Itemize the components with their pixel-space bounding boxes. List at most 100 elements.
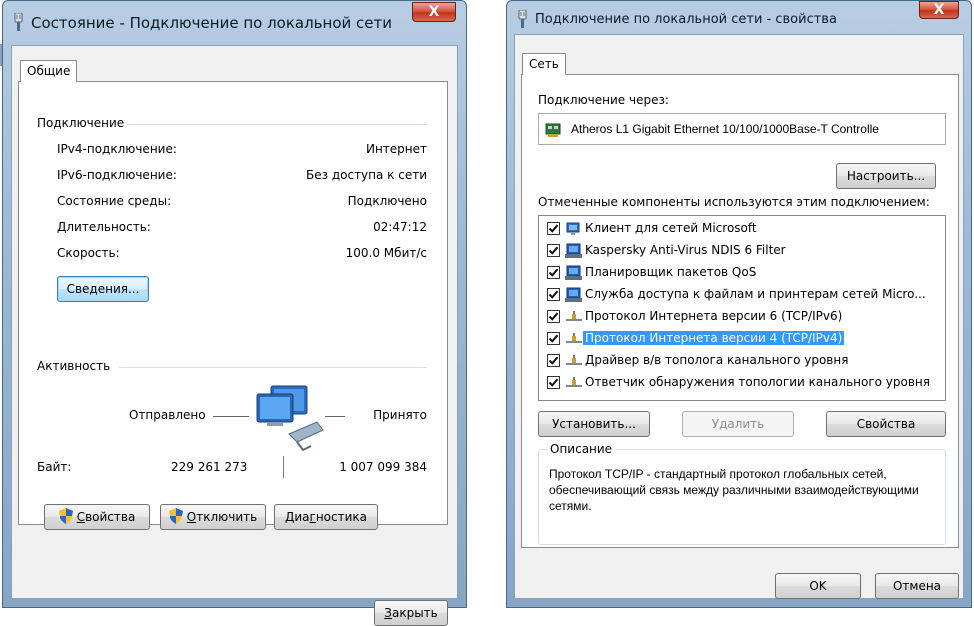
tab-general[interactable]: Общие bbox=[20, 60, 78, 82]
close-window-button[interactable]: X bbox=[919, 1, 959, 19]
bytes-received-value: 1 007 099 384 bbox=[339, 460, 427, 474]
network-computers-icon bbox=[256, 385, 324, 452]
status-window-client: Общие Подключение IPv4-подключение: Инте… bbox=[11, 45, 458, 626]
properties-button-label: войства bbox=[85, 510, 136, 524]
sent-line bbox=[213, 416, 249, 417]
component-checkbox[interactable] bbox=[547, 310, 560, 323]
component-label: Служба доступа к файлам и принтерам сете… bbox=[585, 287, 926, 301]
diagnose-button-label-end: ностика bbox=[315, 510, 368, 524]
component-list-item[interactable]: Драйвер в/в тополога канального уровня bbox=[543, 351, 941, 372]
window-title: Подключение по локальной сети - свойства bbox=[535, 12, 837, 27]
component-checkbox[interactable] bbox=[547, 266, 560, 279]
disconnect-button[interactable]: Отключить bbox=[160, 504, 266, 530]
uac-shield-icon bbox=[168, 508, 183, 524]
duration-value: 02:47:12 bbox=[373, 220, 427, 234]
close-button-accel: З bbox=[384, 606, 392, 620]
component-label: Планировщик пакетов QoS bbox=[585, 265, 757, 279]
network-adapter-icon bbox=[545, 123, 561, 137]
diagnose-button-label-start: Диа bbox=[284, 510, 310, 524]
bytes-label: Байт: bbox=[37, 460, 72, 474]
left-edge-gripper bbox=[0, 44, 2, 66]
general-tab-panel: Подключение IPv4-подключение: Интернет I… bbox=[18, 81, 448, 525]
component-label: Протокол Интернета версии 4 (TCP/IPv4) bbox=[583, 331, 845, 345]
remove-button[interactable]: Удалить bbox=[682, 411, 794, 437]
cancel-button[interactable]: Отмена bbox=[875, 573, 959, 599]
tab-network[interactable]: Сеть bbox=[522, 53, 566, 75]
ipv4-value: Интернет bbox=[365, 142, 427, 156]
network-cable-icon bbox=[518, 10, 527, 28]
component-list-item[interactable]: Протокол Интернета версии 4 (TCP/IPv4) bbox=[543, 329, 941, 350]
ipv6-label: IPv6-подключение: bbox=[57, 168, 177, 182]
properties-window: Подключение по локальной сети - свойства… bbox=[506, 0, 972, 608]
ipv4-label: IPv4-подключение: bbox=[57, 142, 177, 156]
install-button[interactable]: Установить... bbox=[538, 411, 650, 437]
protocol-icon bbox=[565, 353, 583, 369]
close-button-label: акрыть bbox=[391, 606, 438, 620]
close-button[interactable]: Закрыть bbox=[374, 600, 448, 626]
adapter-box: Atheros L1 Gigabit Ethernet 10/100/1000B… bbox=[538, 113, 946, 145]
protocol-icon bbox=[565, 375, 583, 391]
properties-button[interactable]: Свойства bbox=[44, 504, 150, 530]
received-line bbox=[325, 416, 345, 417]
close-window-button[interactable]: X bbox=[412, 2, 456, 22]
media-state-value: Подключено bbox=[347, 194, 427, 208]
properties-button[interactable]: Свойства bbox=[826, 411, 946, 437]
component-list-item[interactable]: Ответчик обнаружения топологии канальног… bbox=[543, 373, 941, 394]
component-checkbox[interactable] bbox=[547, 222, 560, 235]
service-icon bbox=[565, 287, 583, 303]
component-checkbox[interactable] bbox=[547, 354, 560, 367]
bytes-sent-value: 229 261 273 bbox=[171, 460, 248, 474]
description-label: Описание bbox=[547, 442, 616, 456]
description-text: Протокол TCP/IP - стандартный протокол г… bbox=[549, 467, 919, 513]
connect-using-label: Подключение через: bbox=[538, 93, 669, 107]
component-checkbox[interactable] bbox=[547, 288, 560, 301]
components-list[interactable]: Клиент для сетей Microsoft Kaspersky Anti… bbox=[538, 215, 946, 401]
properties-button-accel: С bbox=[76, 510, 86, 524]
speed-value: 100.0 Мбит/с bbox=[345, 246, 427, 260]
component-list-item[interactable]: Клиент для сетей Microsoft bbox=[543, 219, 941, 240]
activity-group-label: Активность bbox=[37, 359, 111, 373]
disconnect-button-label: тключить bbox=[196, 510, 258, 524]
disconnect-button-accel: О bbox=[186, 510, 197, 524]
component-list-item[interactable]: Планировщик пакетов QoS bbox=[543, 263, 941, 284]
network-tab-panel: Подключение через: Atheros L1 Gigabit Et… bbox=[521, 74, 959, 548]
component-label: Драйвер в/в тополога канального уровня bbox=[585, 353, 849, 367]
protocol-icon bbox=[565, 331, 583, 347]
service-icon bbox=[565, 243, 583, 259]
sent-label: Отправлено bbox=[129, 408, 206, 422]
received-label: Принято bbox=[373, 408, 427, 422]
component-label: Ответчик обнаружения топологии канальног… bbox=[585, 375, 930, 389]
service-icon bbox=[565, 265, 583, 281]
component-checkbox[interactable] bbox=[547, 244, 560, 257]
connection-group-divider bbox=[127, 124, 427, 125]
speed-label: Скорость: bbox=[57, 246, 120, 260]
media-state-label: Состояние среды: bbox=[57, 194, 172, 208]
component-list-item[interactable]: Служба доступа к файлам и принтерам сете… bbox=[543, 285, 941, 306]
component-label: Kaspersky Anti-Virus NDIS 6 Filter bbox=[585, 243, 786, 257]
connection-group-label: Подключение bbox=[37, 116, 125, 130]
status-window: Состояние - Подключение по локальной сет… bbox=[2, 0, 467, 626]
diagnose-button[interactable]: Диагностика bbox=[274, 504, 378, 530]
adapter-name: Atheros L1 Gigabit Ethernet 10/100/1000B… bbox=[571, 122, 879, 136]
duration-label: Длительность: bbox=[57, 220, 151, 234]
component-list-item[interactable]: Протокол Интернета версии 6 (TCP/IPv6) bbox=[543, 307, 941, 328]
components-label: Отмеченные компоненты используются этим … bbox=[538, 195, 930, 209]
configure-button[interactable]: Настроить... bbox=[836, 163, 936, 189]
ipv6-value: Без доступа к сети bbox=[306, 168, 427, 182]
ok-button[interactable]: OK bbox=[775, 573, 861, 599]
uac-shield-icon bbox=[58, 508, 73, 524]
component-checkbox[interactable] bbox=[547, 332, 560, 345]
details-button[interactable]: Сведения... bbox=[57, 276, 149, 302]
component-label: Протокол Интернета версии 6 (TCP/IPv6) bbox=[585, 309, 843, 323]
protocol-icon bbox=[565, 309, 583, 325]
bytes-divider bbox=[283, 456, 284, 478]
window-title: Состояние - Подключение по локальной сет… bbox=[31, 14, 392, 32]
component-checkbox[interactable] bbox=[547, 376, 560, 389]
description-group: Описание Протокол TCP/IP - стандартный п… bbox=[538, 442, 946, 545]
component-label: Клиент для сетей Microsoft bbox=[585, 221, 757, 235]
network-cable-icon bbox=[14, 13, 23, 31]
component-list-item[interactable]: Kaspersky Anti-Virus NDIS 6 Filter bbox=[543, 241, 941, 262]
activity-group-divider bbox=[119, 367, 427, 368]
network-client-icon bbox=[565, 221, 583, 237]
properties-window-client: Сеть Подключение через: Atheros L1 Gigab… bbox=[514, 34, 964, 599]
